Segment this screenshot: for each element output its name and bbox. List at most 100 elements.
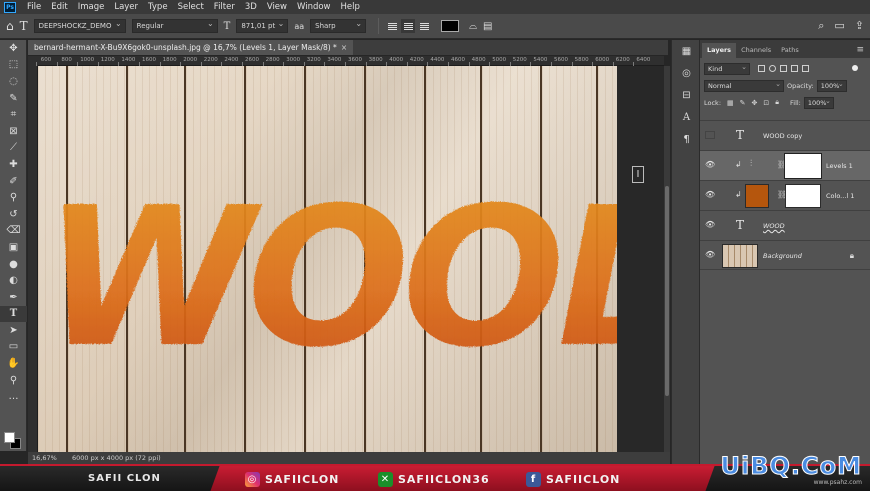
lasso-tool-icon[interactable]: ◌ <box>0 73 27 90</box>
layer-row-background[interactable]: 👁︎ Background 🔒︎ <box>700 240 870 270</box>
scrollbar-thumb[interactable] <box>665 186 669 396</box>
type-tool-icon[interactable]: T <box>0 305 27 323</box>
zoom-level[interactable]: 16,67% <box>32 452 57 464</box>
eye-icon[interactable]: 👁︎ <box>705 161 715 169</box>
lock-pixels-icon[interactable]: ▦ <box>727 99 734 107</box>
blur-tool-icon[interactable]: ● <box>0 256 27 273</box>
pen-tool-icon[interactable]: ✒ <box>0 289 27 306</box>
path-selection-tool-icon[interactable]: ➤ <box>0 322 27 339</box>
brush-tool-icon[interactable]: ✐ <box>0 173 27 190</box>
menu-view[interactable]: View <box>262 0 292 14</box>
panel-menu-icon[interactable]: ≡ <box>856 43 864 58</box>
layer-row-wood-copy[interactable]: T WOOD copy <box>700 120 870 150</box>
eye-icon[interactable]: 👁︎ <box>705 251 715 259</box>
menu-window[interactable]: Window <box>292 0 336 14</box>
eye-icon[interactable]: 👁︎ <box>705 221 715 229</box>
history-panel-icon[interactable]: ▦ <box>672 40 701 62</box>
layer-mask-thumbnail[interactable] <box>784 153 822 179</box>
eye-icon[interactable]: 👁︎ <box>705 191 715 199</box>
menu-edit[interactable]: Edit <box>46 0 72 14</box>
align-center-button[interactable] <box>401 19 416 33</box>
clone-stamp-tool-icon[interactable]: ⚲ <box>0 189 27 206</box>
layer-row-color-fill[interactable]: 👁︎ ↲ ⛓︎ Colo...l 1 <box>700 180 870 210</box>
quick-select-tool-icon[interactable]: ✎ <box>0 90 27 107</box>
blend-mode-select[interactable]: Normal <box>704 79 784 92</box>
layer-row-levels-1[interactable]: 👁︎ ↲ ⫶ ⛓︎ Levels 1 <box>700 150 870 180</box>
visibility-toggle-off-icon[interactable] <box>705 131 715 139</box>
character-panel-icon[interactable]: A <box>672 106 701 128</box>
vertical-scrollbar[interactable] <box>664 66 670 452</box>
lock-paint-icon[interactable]: ✎ <box>740 99 746 107</box>
adjustments-panel-icon[interactable]: ⊟ <box>672 84 701 106</box>
filter-toggle-icon[interactable] <box>852 65 858 71</box>
tab-layers[interactable]: Layers <box>702 43 737 58</box>
lock-artboard-icon[interactable]: ⊡ <box>763 99 769 107</box>
font-family-select[interactable]: DEEPSHOCKZ_DEMO <box>33 19 126 33</box>
gradient-tool-icon[interactable]: ▣ <box>0 239 27 256</box>
layer-filter-kind-select[interactable]: Kind <box>704 62 750 75</box>
menu-layer[interactable]: Layer <box>109 0 143 14</box>
type-layer-icon: T <box>736 218 745 232</box>
menu-type[interactable]: Type <box>143 0 173 14</box>
opacity-field[interactable]: 100% <box>816 79 847 92</box>
background-thumbnail[interactable] <box>722 244 758 268</box>
color-fill-thumbnail[interactable] <box>745 184 769 208</box>
layer-mask-thumbnail[interactable] <box>785 184 821 208</box>
foreground-background-colors[interactable] <box>4 432 24 450</box>
search-icon[interactable]: ⌕ <box>818 19 824 33</box>
foreground-color-swatch[interactable] <box>4 432 15 443</box>
ruler-tick-label: 3200 <box>306 57 321 63</box>
menu-3d[interactable]: 3D <box>240 0 262 14</box>
hand-tool-icon[interactable]: ✋ <box>0 355 27 372</box>
more-tools-icon[interactable]: … <box>0 388 27 405</box>
font-size-select[interactable]: 871,01 pt <box>236 19 289 33</box>
filter-shape-icon[interactable] <box>791 65 798 72</box>
layer-row-wood[interactable]: 👁︎ T WOOD <box>700 210 870 240</box>
menu-select[interactable]: Select <box>173 0 209 14</box>
align-right-button[interactable] <box>417 19 431 33</box>
tab-paths[interactable]: Paths <box>776 43 804 58</box>
wood-image-canvas[interactable]: WOOD <box>38 66 617 452</box>
workspace-icon[interactable]: ▭ <box>834 19 844 33</box>
close-tab-icon[interactable]: × <box>341 43 347 52</box>
lock-all-icon[interactable]: 🔒︎ <box>775 98 779 107</box>
filter-type-icon[interactable] <box>780 65 787 72</box>
menu-image[interactable]: Image <box>73 0 110 14</box>
properties-panel-icon[interactable]: ◎ <box>672 62 701 84</box>
align-left-button[interactable] <box>385 19 399 33</box>
type-tool-preset-icon[interactable]: T <box>20 19 28 33</box>
share-icon[interactable]: ⇪ <box>855 19 864 33</box>
menu-help[interactable]: Help <box>336 0 365 14</box>
paragraph-panel-icon[interactable]: ¶ <box>672 128 701 150</box>
tab-channels[interactable]: Channels <box>736 43 776 58</box>
dodge-tool-icon[interactable]: ◐ <box>0 272 27 289</box>
move-tool-icon[interactable]: ✥ <box>0 40 27 57</box>
horizontal-ruler[interactable]: 600 800 1000 1200 1400 1600 1800 2000 2200 2400 26… <box>36 56 664 66</box>
document-info[interactable]: 6000 px x 4000 px (72 ppi) <box>72 452 161 464</box>
vertical-ruler[interactable] <box>28 66 38 452</box>
filter-adjustment-icon[interactable] <box>769 65 776 72</box>
eyedropper-tool-icon[interactable]: ⟋ <box>0 140 27 157</box>
filter-smart-icon[interactable] <box>802 65 809 72</box>
rectangle-tool-icon[interactable]: ▭ <box>0 339 27 356</box>
crop-tool-icon[interactable]: ⌗ <box>0 106 27 123</box>
antialias-select[interactable]: Sharp <box>310 19 367 33</box>
zoom-tool-icon[interactable]: ⚲ <box>0 372 27 389</box>
history-brush-tool-icon[interactable]: ↺ <box>0 206 27 223</box>
lock-move-icon[interactable]: ✥ <box>752 99 758 107</box>
warp-text-icon[interactable]: ⌓ <box>469 21 477 32</box>
eraser-tool-icon[interactable]: ⌫ <box>0 223 27 240</box>
marquee-tool-icon[interactable]: ⬚ <box>0 57 27 74</box>
healing-brush-tool-icon[interactable]: ✚ <box>0 156 27 173</box>
filter-pixel-icon[interactable] <box>758 65 765 72</box>
font-style-select[interactable]: Regular <box>131 19 218 33</box>
menu-file[interactable]: File <box>22 0 46 14</box>
frame-tool-icon[interactable]: ⊠ <box>0 123 27 140</box>
text-color-swatch[interactable] <box>441 20 460 32</box>
document-tab[interactable]: bernard-hermant-X-Bu9X6gok0-unsplash.jpg… <box>28 40 354 55</box>
home-icon[interactable]: ⌂ <box>6 19 14 33</box>
character-panel-icon[interactable]: ▤ <box>483 21 492 32</box>
canvas-area[interactable]: WOOD <box>38 66 664 452</box>
fill-field[interactable]: 100% <box>803 96 834 109</box>
menu-filter[interactable]: Filter <box>209 0 240 14</box>
